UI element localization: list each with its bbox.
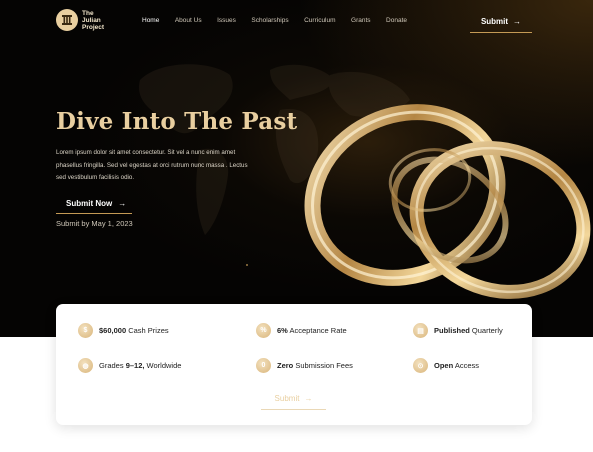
decorative-dot <box>246 264 248 266</box>
deadline-text: Submit by May 1, 2023 <box>56 219 133 228</box>
stat-grades-pre: Grades <box>99 361 126 370</box>
stat-grades: ◍ Grades 9–12, Worldwide <box>78 358 181 373</box>
stat-published-rest: Quarterly <box>469 326 503 335</box>
percent-icon: % <box>256 323 271 338</box>
card-submit-button[interactable]: Submit → <box>261 388 326 410</box>
nav-submit-label: Submit <box>480 16 509 26</box>
hero-blurb: Lorem ipsum dolor sit amet consectetur. … <box>56 149 248 181</box>
stat-acceptance-rest: Acceptance Rate <box>287 326 347 335</box>
stat-grades-bold: 9–12, <box>125 361 145 370</box>
arrow-right-icon: → <box>513 16 522 26</box>
hero-submit-label: Submit Now <box>66 198 113 208</box>
brand-name-line2: Julian <box>82 16 101 24</box>
zero-fee-icon: 0 <box>256 358 271 373</box>
hero-title: Dive Into The Past <box>56 108 298 135</box>
dollar-icon: $ <box>78 323 93 338</box>
stat-acceptance-bold: 6% <box>277 326 288 335</box>
pillar-icon <box>56 9 78 31</box>
stat-prizes-rest: Cash Prizes <box>126 326 169 335</box>
stat-published: ▤ Published Quarterly <box>413 323 503 338</box>
calendar-icon: ▤ <box>413 323 428 338</box>
nav-item-issues[interactable]: Issues <box>217 17 236 24</box>
stat-prizes: $ $60,000 Cash Prizes <box>78 323 169 338</box>
brand-name-line1: The <box>82 9 94 17</box>
stat-access-text: Open Access <box>434 361 479 370</box>
brand-name: The Julian Project <box>82 10 112 31</box>
hero-submit-button[interactable]: Submit Now → <box>56 193 132 214</box>
hero-section: The Julian Project Home About Us Issues … <box>0 0 593 337</box>
stat-prizes-bold: $60,000 <box>99 326 127 335</box>
stat-fees-bold: Zero <box>277 361 294 370</box>
stat-published-text: Published Quarterly <box>434 326 503 335</box>
unlock-icon: ⊙ <box>413 358 428 373</box>
brand-logo[interactable]: The Julian Project <box>56 9 112 31</box>
stat-prizes-text: $60,000 Cash Prizes <box>99 326 169 335</box>
stat-access-bold: Open <box>434 361 454 370</box>
card-submit-label: Submit <box>274 394 300 403</box>
globe-icon: ◍ <box>78 358 93 373</box>
nav-item-about-us[interactable]: About Us <box>175 17 202 24</box>
arrow-right-icon: → <box>304 394 313 403</box>
stats-card: $ $60,000 Cash Prizes % 6% Acceptance Ra… <box>56 304 532 425</box>
stat-fees-rest: Submission Fees <box>293 361 353 370</box>
brand-name-line3: Project <box>82 23 105 31</box>
stat-access: ⊙ Open Access <box>413 358 479 373</box>
stat-grades-rest: Worldwide <box>144 361 182 370</box>
nav-submit-button[interactable]: Submit → <box>470 10 532 33</box>
arrow-right-icon: → <box>118 198 127 208</box>
stat-fees: 0 Zero Submission Fees <box>256 358 353 373</box>
stat-grades-text: Grades 9–12, Worldwide <box>99 361 181 370</box>
stat-fees-text: Zero Submission Fees <box>277 361 353 370</box>
stat-published-bold: Published <box>434 326 470 335</box>
stat-access-rest: Access <box>453 361 480 370</box>
main-nav: Home About Us Issues Scholarships Curric… <box>142 17 423 24</box>
nav-item-donate[interactable]: Donate <box>386 17 407 24</box>
nav-item-scholarships[interactable]: Scholarships <box>251 17 288 24</box>
stat-acceptance: % 6% Acceptance Rate <box>256 323 347 338</box>
nav-item-curriculum[interactable]: Curriculum <box>304 17 335 24</box>
golden-rings-illustration <box>304 104 591 299</box>
nav-item-home[interactable]: Home <box>142 17 159 24</box>
stat-acceptance-text: 6% Acceptance Rate <box>277 326 347 335</box>
nav-item-grants[interactable]: Grants <box>351 17 371 24</box>
